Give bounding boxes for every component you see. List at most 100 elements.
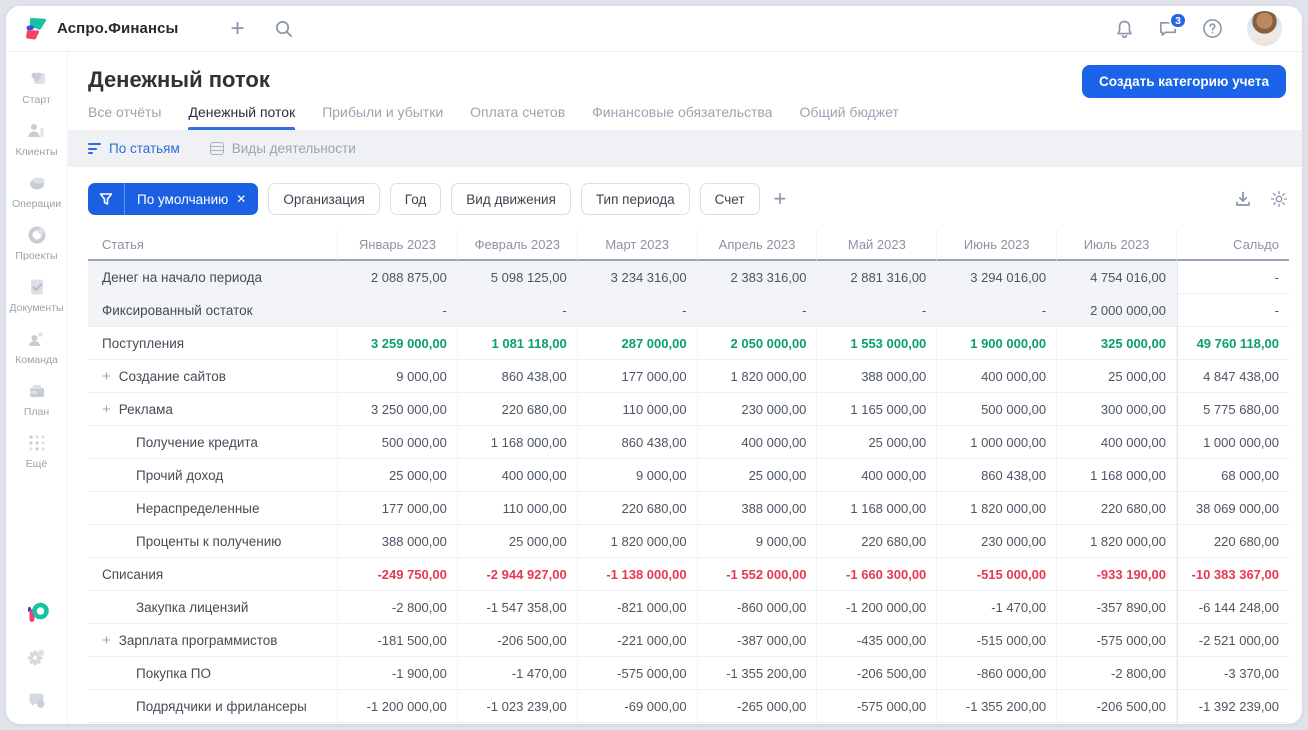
filter-chip-4[interactable]: Тип периода (580, 183, 690, 215)
table-row[interactable]: Фиксированный остаток - - - - - -2 000 000,00- (88, 294, 1289, 327)
month-value: - (338, 294, 458, 327)
table-row[interactable]: Закупка лицензий -2 800,00 -1 547 358,00 -8… (88, 591, 1289, 624)
tab-1[interactable]: Все отчёты (88, 104, 161, 130)
month-value: -860 000,00 (937, 657, 1058, 690)
sidebar-item-start[interactable]: Старт (6, 68, 67, 106)
table-row[interactable]: +Зарплата программистов-2 800,00-1 547 3… (88, 723, 1289, 724)
month-value: 388 000,00 (697, 492, 818, 525)
filter-funnel-icon (88, 183, 125, 215)
month-value: -1 355 200,00 (697, 657, 818, 690)
topbar: Аспро.Финансы + 3 (6, 6, 1302, 52)
messages-icon[interactable]: 3 (1158, 12, 1187, 38)
saldo-value: -6 144 248,00 (1176, 723, 1289, 724)
saldo-value: - (1176, 294, 1289, 327)
month-value: 3 294 016,00 (937, 261, 1058, 294)
month-value: 287 000,00 (577, 327, 698, 360)
sidebar-item-more[interactable]: Ещё (6, 432, 67, 470)
column-header[interactable]: Июнь 2023 (937, 229, 1058, 261)
tab-3[interactable]: Прибыли и убытки (322, 104, 443, 130)
month-value: 220 680,00 (577, 492, 698, 525)
row-label: Списания (88, 558, 338, 591)
app-window: Аспро.Финансы + 3 Старт Клиенты Операции… (6, 6, 1302, 724)
month-value: 1 168 000,00 (457, 426, 578, 459)
month-value: -357 890,00 (1057, 591, 1177, 624)
sidebar-item-plan[interactable]: План (6, 380, 67, 418)
column-header[interactable]: Январь 2023 (338, 229, 458, 261)
month-value: -387 000,00 (697, 624, 818, 657)
subtab-1[interactable]: По статьям (88, 141, 180, 157)
app-logo[interactable]: Аспро.Финансы (22, 16, 178, 42)
tab-6[interactable]: Общий бюджет (799, 104, 898, 130)
support-chat-icon[interactable] (26, 690, 48, 712)
app-name: Аспро.Финансы (57, 20, 179, 37)
table-row[interactable]: + Зарплата программистов -181 500,00 -206 5… (88, 624, 1289, 657)
month-value: 400 000,00 (697, 426, 818, 459)
subtab-2[interactable]: Виды деятельности (209, 141, 356, 156)
table-row[interactable]: Списания -249 750,00 -2 944 927,00 -1 138 0… (88, 558, 1289, 591)
add-icon[interactable]: + (230, 16, 244, 41)
column-header[interactable]: Февраль 2023 (457, 229, 578, 261)
settings-icon[interactable] (26, 646, 48, 668)
user-avatar[interactable] (1247, 11, 1282, 46)
month-value: 860 438,00 (577, 426, 698, 459)
subtab-label: По статьям (109, 141, 180, 156)
month-value: 110 000,00 (457, 492, 578, 525)
sidebar-item-team[interactable]: Команда (6, 328, 67, 366)
add-filter-icon[interactable]: + (774, 188, 787, 210)
row-label-text: Закупка лицензий (136, 599, 249, 615)
month-value: -1 470,00 (937, 723, 1058, 724)
product-mini-logo-icon[interactable] (25, 600, 49, 624)
notifications-bell-icon[interactable] (1115, 19, 1134, 39)
sidebar-item-operations[interactable]: Операции (6, 172, 67, 210)
tab-2[interactable]: Денежный поток (188, 104, 295, 130)
month-value: -1 200 000,00 (817, 723, 938, 724)
help-icon[interactable] (1202, 18, 1223, 39)
table-row[interactable]: + Реклама 3 250 000,00 220 680,00 110 000,00… (88, 393, 1289, 426)
sidebar-item-clients[interactable]: Клиенты (6, 120, 67, 158)
column-header[interactable]: Май 2023 (817, 229, 938, 261)
table-row[interactable]: Подрядчики и фрилансеры -1 200 000,00 -1 0… (88, 690, 1289, 723)
expand-row-icon[interactable]: + (102, 402, 111, 417)
table-row[interactable]: Получение кредита 500 000,00 1 168 000,00 8… (88, 426, 1289, 459)
expand-row-icon[interactable]: + (102, 633, 111, 648)
table-settings-gear-icon[interactable] (1270, 190, 1288, 208)
filter-chip-1[interactable]: Организация (268, 183, 380, 215)
search-icon[interactable] (274, 19, 293, 38)
row-label-text: Фиксированный остаток (102, 302, 253, 318)
month-value: -181 500,00 (338, 624, 458, 657)
saldo-value: 68 000,00 (1176, 459, 1289, 492)
month-value: -221 000,00 (577, 624, 698, 657)
table-row[interactable]: Покупка ПО -1 900,00 -1 470,00 -575 000,00-… (88, 657, 1289, 690)
column-header[interactable]: Июль 2023 (1057, 229, 1177, 261)
column-header[interactable]: Апрель 2023 (697, 229, 818, 261)
create-category-button[interactable]: Создать категорию учета (1082, 65, 1286, 98)
clear-filter-icon[interactable]: ✕ (236, 192, 258, 206)
table-row[interactable]: Нераспределенные 177 000,00 110 000,00 220 … (88, 492, 1289, 525)
month-value: 2 000 000,00 (1057, 294, 1177, 327)
month-value: -69 000,00 (577, 690, 698, 723)
table-row[interactable]: + Создание сайтов 9 000,00 860 438,00 177 00… (88, 360, 1289, 393)
tab-5[interactable]: Финансовые обязательства (592, 104, 772, 130)
row-label-text: Прочий доход (136, 467, 224, 483)
sidebar-item-documents[interactable]: Документы (6, 276, 67, 314)
tab-4[interactable]: Оплата счетов (470, 104, 565, 130)
table-row[interactable]: Поступления 3 259 000,00 1 081 118,00 287 0… (88, 327, 1289, 360)
sidebar-item-label: Операции (11, 198, 62, 210)
sidebar-item-label: Ещё (25, 458, 48, 470)
month-value: -206 500,00 (457, 624, 578, 657)
month-value: 220 680,00 (1057, 492, 1177, 525)
filter-chip-5[interactable]: Счет (699, 183, 760, 215)
month-value: 4 754 016,00 (1057, 261, 1177, 294)
saldo-value: 220 680,00 (1176, 525, 1289, 558)
sidebar-item-projects[interactable]: Проекты (6, 224, 67, 262)
table-row[interactable]: Денег на начало периода 2 088 875,00 5 098… (88, 261, 1289, 294)
month-value: 400 000,00 (1057, 426, 1177, 459)
export-download-icon[interactable] (1234, 190, 1252, 208)
filter-chip-2[interactable]: Год (389, 183, 442, 215)
filter-chip-3[interactable]: Вид движения (451, 183, 571, 215)
table-row[interactable]: Прочий доход 25 000,00 400 000,00 9 000,00 2… (88, 459, 1289, 492)
applied-filter-chip[interactable]: По умолчанию ✕ (88, 183, 259, 215)
expand-row-icon[interactable]: + (102, 369, 111, 384)
column-header[interactable]: Март 2023 (577, 229, 698, 261)
table-row[interactable]: Проценты к получению 388 000,00 25 000,00 1… (88, 525, 1289, 558)
